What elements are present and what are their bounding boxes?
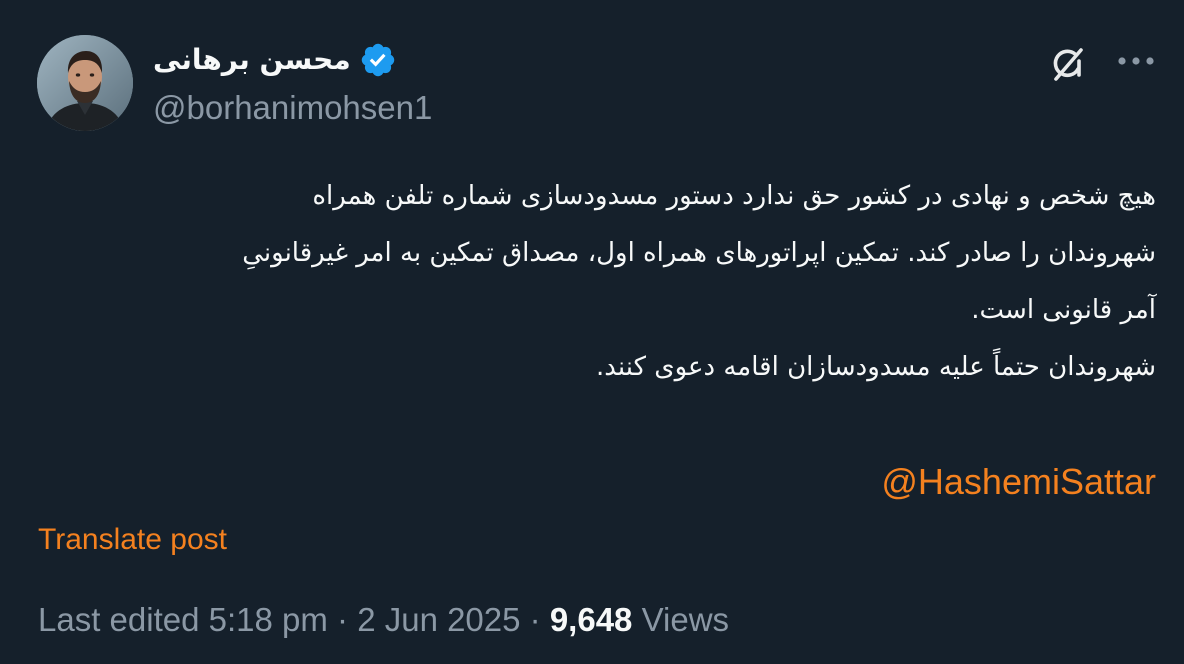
grok-icon[interactable] — [1046, 42, 1090, 86]
mention-link[interactable]: @HashemiSattar — [881, 456, 1156, 508]
post-text-line: شهروندان حتماً علیه مسدودسازان اقامه دعو… — [595, 352, 1156, 382]
views-label: Views — [632, 601, 730, 638]
post-text: هیچ شخص و نهادی در کشور حق ندارد دستور م… — [36, 168, 1156, 396]
name-row: محسن برهانی — [153, 36, 432, 84]
last-edited-timestamp[interactable]: Last edited 5:18 pm · 2 Jun 2025 · — [38, 601, 550, 638]
post-text-line: آمر قانونی است. — [971, 295, 1156, 325]
post-metadata: Last edited 5:18 pm · 2 Jun 2025 · 9,648… — [38, 598, 729, 642]
views-count: 9,648 — [549, 601, 633, 638]
more-options-icon[interactable] — [1116, 53, 1156, 67]
author-display-name[interactable]: محسن برهانی — [153, 36, 351, 84]
verified-badge-icon[interactable] — [359, 41, 397, 79]
translate-post-button[interactable]: Translate post — [38, 520, 227, 560]
post-text-line: هیچ شخص و نهادی در کشور حق ندارد دستور م… — [312, 181, 1156, 211]
author-handle[interactable]: @borhanimohsen1 — [153, 86, 432, 130]
profile-photo — [37, 35, 133, 131]
post-text-line: شهروندان را صادر کند. تمکین اپراتورهای ه… — [242, 238, 1156, 268]
author-info: محسن برهانی @borhanimohsen1 — [153, 36, 432, 130]
avatar[interactable] — [37, 35, 133, 131]
